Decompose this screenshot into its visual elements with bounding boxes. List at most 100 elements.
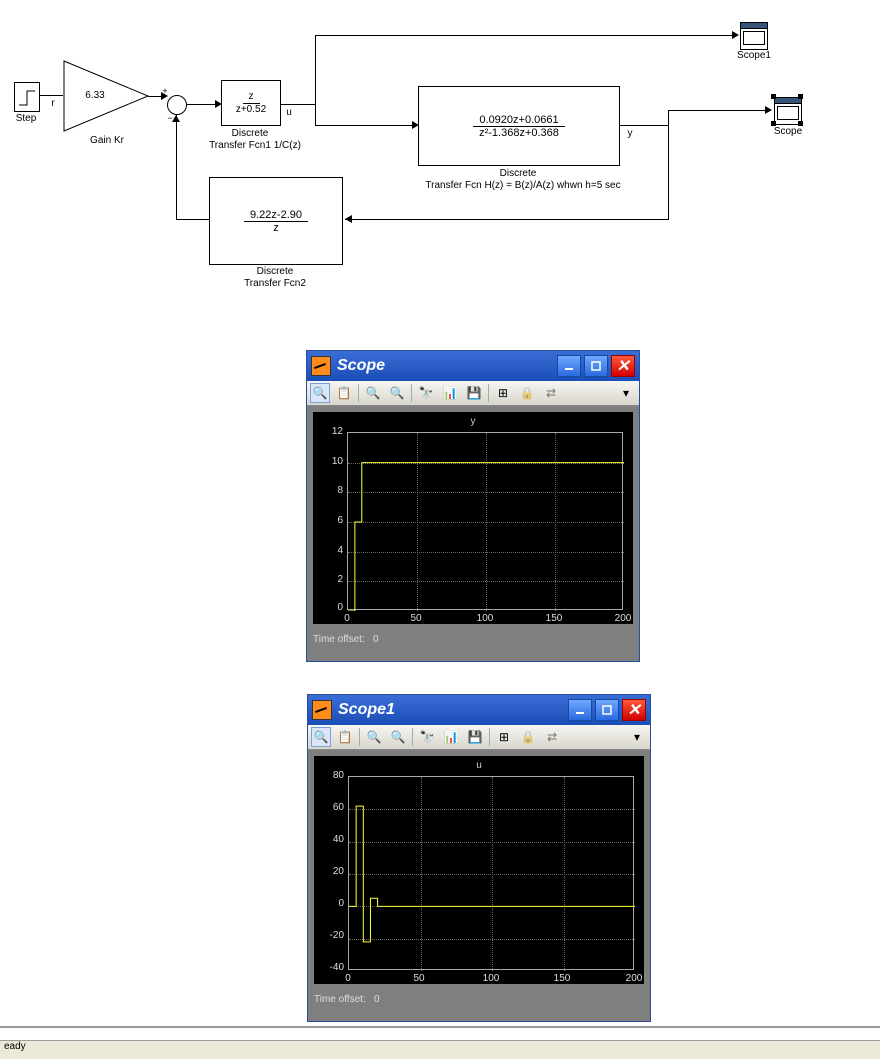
tf2-num: 9.22z-2.90 [244,209,308,222]
wire [315,35,316,105]
xtick: 0 [345,973,351,984]
gain-label: Gain Kr [77,135,137,146]
params-icon[interactable]: 📋 [335,727,355,747]
binoculars-icon[interactable]: 🔭 [416,383,436,403]
status-text: eady [4,1041,26,1052]
window-title: Scope1 [338,701,395,719]
zoom-x-icon[interactable]: 🔍 [364,727,384,747]
status-bar: eady [0,1040,880,1059]
close-button[interactable]: ✕ [611,355,635,377]
xtick: 0 [344,613,350,624]
save-axes-icon[interactable]: 💾 [465,727,485,747]
arrow-icon [345,215,352,223]
zoom-y-icon[interactable]: 🔍 [388,727,408,747]
maximize-button[interactable] [584,355,608,377]
ytick: 4 [317,545,343,556]
wire [668,110,669,126]
xtick: 100 [483,973,500,984]
binoculars-icon[interactable]: 🔭 [417,727,437,747]
sync-icon[interactable]: ⊞ [493,383,513,403]
toolbar: 🖨 📋 🔍 🔍 🔍 🔭 📊 💾 ⊞ 🔒 ⇄ ▾ [308,725,650,750]
ytick: 10 [317,456,343,467]
tf1-block[interactable]: z z+0.52 [221,80,281,126]
selection-handle[interactable] [798,94,803,99]
app-icon [311,356,331,376]
tf1-num: z [243,91,260,104]
ytick: 60 [318,802,344,813]
autoscale-icon[interactable]: 📊 [441,727,461,747]
zoom-y-icon[interactable]: 🔍 [387,383,407,403]
sum-plus: + [160,86,170,96]
zoom-in-icon[interactable]: 🔍 [310,383,330,403]
wire [39,95,63,96]
plot-title: u [314,756,644,774]
wire [668,110,768,111]
arrow-icon [172,115,180,122]
wire [668,125,669,220]
tf2-block[interactable]: 9.22z-2.90 z [209,177,343,265]
dropdown-icon[interactable]: ▾ [616,383,636,403]
xtick: 150 [546,613,563,624]
xtick: 200 [615,613,632,624]
time-offset-label: Time offset: [314,994,366,1005]
ytick: 12 [317,426,343,437]
wire [345,219,669,220]
dropdown-icon[interactable]: ▾ [627,727,647,747]
wire [280,104,315,105]
toolbar: 🖨 📋 🔍 🔍 🔍 🔭 📊 💾 ⊞ 🔒 ⇄ ▾ [307,381,639,406]
signal-u: u [284,107,294,118]
sync-icon[interactable]: ⊞ [494,727,514,747]
tfh-label1: Discrete [418,168,618,179]
zoom-in-icon[interactable]: 🔍 [311,727,331,747]
time-offset-label: Time offset: [313,634,365,645]
lock-icon[interactable]: 🔒 [517,383,537,403]
autoscale-icon[interactable]: 📊 [440,383,460,403]
tf1-den: z+0.52 [236,104,266,115]
wire [315,104,316,126]
signal-r: r [48,98,58,109]
lock-icon[interactable]: 🔒 [518,727,538,747]
step-block[interactable] [14,82,40,112]
float-icon[interactable]: ⇄ [541,383,561,403]
params-icon[interactable]: 📋 [334,383,354,403]
plot-area-y[interactable]: y 12 10 8 6 4 2 0 0 50 100 150 200 [313,412,633,624]
wire [315,35,735,36]
xtick: 50 [410,613,421,624]
ytick: 0 [318,898,344,909]
close-button[interactable]: ✕ [622,699,646,721]
axes [348,776,634,970]
titlebar[interactable]: Scope1 ✕ [308,695,650,725]
signal-y: y [625,128,635,139]
save-axes-icon[interactable]: 💾 [464,383,484,403]
scope1-label: Scope1 [728,50,780,61]
float-icon[interactable]: ⇄ [542,727,562,747]
tfh-num: 0.0920z+0.0661 [473,114,564,127]
titlebar[interactable]: Scope ✕ [307,351,639,381]
tfh-block[interactable]: 0.0920z+0.0661 z²-1.368z+0.368 [418,86,620,166]
scope-window-y[interactable]: Scope ✕ 🖨 📋 🔍 🔍 🔍 🔭 📊 💾 ⊞ 🔒 ⇄ ▾ y 12 10 … [306,350,640,662]
maximize-button[interactable] [595,699,619,721]
scope-window-u[interactable]: Scope1 ✕ 🖨 📋 🔍 🔍 🔍 🔭 📊 💾 ⊞ 🔒 ⇄ ▾ u 80 60… [307,694,651,1022]
wire [176,219,209,220]
tf2-den: z [273,222,279,234]
divider [0,1026,880,1028]
wire [186,104,218,105]
minimize-button[interactable] [557,355,581,377]
plot-area-u[interactable]: u 80 60 40 20 0 -20 -40 0 50 100 150 200 [314,756,644,984]
ytick: -40 [318,962,344,973]
zoom-x-icon[interactable]: 🔍 [363,383,383,403]
tf1-label1: Discrete [210,128,290,139]
plot-title: y [313,412,633,430]
ytick: 20 [318,866,344,877]
minimize-button[interactable] [568,699,592,721]
window-title: Scope [337,357,385,375]
wire [315,125,415,126]
ytick: 40 [318,834,344,845]
ytick: 80 [318,770,344,781]
time-offset-value: 0 [373,634,379,645]
time-offset: Time offset: 0 [308,990,650,1009]
sum-block[interactable] [167,95,187,115]
scope1-block[interactable] [740,22,768,50]
selection-handle[interactable] [771,94,776,99]
step-label: Step [8,113,44,124]
